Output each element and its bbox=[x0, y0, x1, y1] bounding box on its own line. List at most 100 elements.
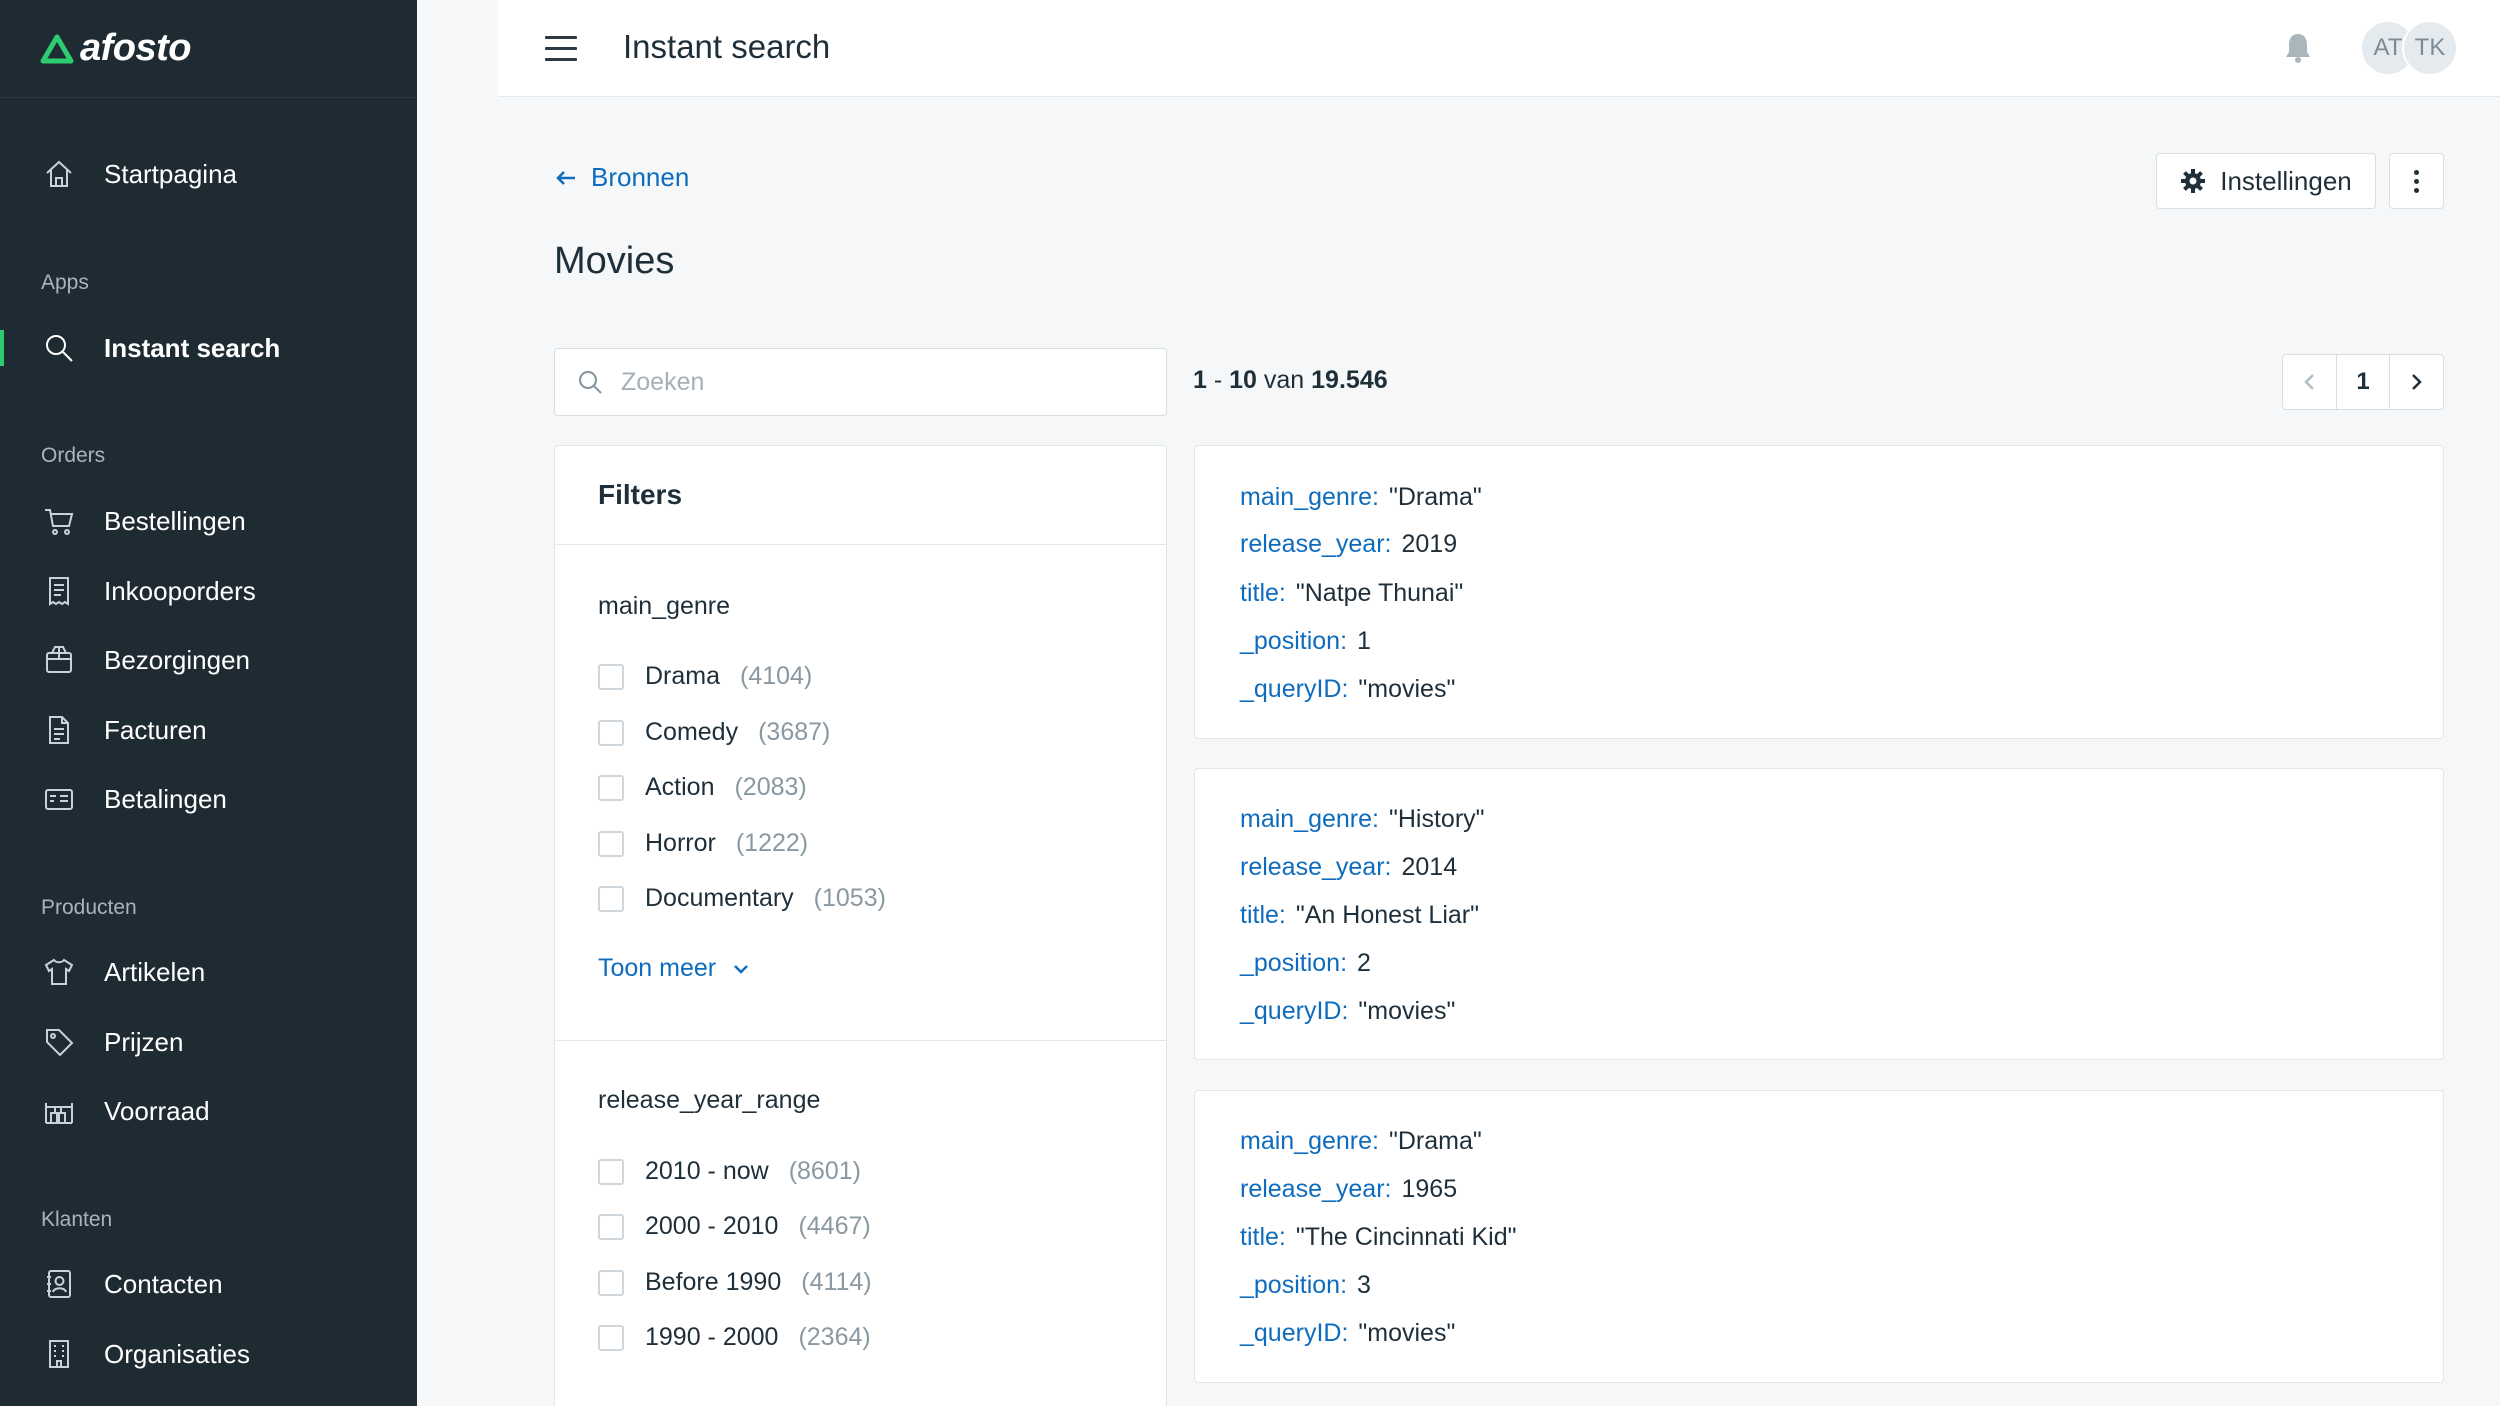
more-options-button[interactable] bbox=[2389, 153, 2444, 209]
filters-panel: Filters main_genre Drama (4104) Comedy (36… bbox=[554, 445, 1167, 1406]
sidebar-item-label: Organisaties bbox=[104, 1338, 250, 1369]
settings-button-label: Instellingen bbox=[2220, 165, 2352, 196]
search-icon bbox=[578, 370, 602, 394]
sidebar-section-klanten: Klanten bbox=[41, 1208, 113, 1231]
sidebar-item-label: Artikelen bbox=[104, 956, 206, 987]
logo-mark-icon bbox=[40, 34, 74, 63]
chevron-right-icon bbox=[2411, 374, 2422, 390]
result-field: main_genre: "Drama" bbox=[1240, 1127, 1482, 1155]
search-input[interactable] bbox=[621, 367, 1141, 397]
avatar[interactable]: TK bbox=[2402, 20, 2458, 76]
facet-option[interactable]: 2010 - now (8601) bbox=[598, 1157, 861, 1186]
back-link[interactable]: Bronnen bbox=[555, 162, 689, 193]
sidebar-item-bezorgingen[interactable]: Bezorgingen bbox=[0, 630, 417, 690]
result-field: title: "Natpe Thunai" bbox=[1240, 579, 1464, 607]
box-icon bbox=[42, 643, 76, 677]
result-field: release_year: 2014 bbox=[1240, 853, 1458, 881]
sidebar-item-label: Bestellingen bbox=[104, 505, 246, 536]
menu-toggle-icon[interactable] bbox=[545, 36, 577, 62]
checkbox[interactable] bbox=[598, 1269, 624, 1296]
sidebar-item-facturen[interactable]: Facturen bbox=[0, 700, 417, 760]
result-field: title: "The Cincinnati Kid" bbox=[1240, 1223, 1517, 1251]
building-icon bbox=[42, 1337, 76, 1371]
pagination: 1 bbox=[2282, 354, 2444, 410]
sidebar-item-instant-search[interactable]: Instant search bbox=[0, 318, 417, 378]
home-icon bbox=[42, 157, 76, 191]
result-field: _position: 3 bbox=[1240, 1271, 1371, 1299]
result-field: _position: 2 bbox=[1240, 949, 1371, 977]
user-avatars[interactable]: AT TK bbox=[2360, 20, 2462, 76]
current-page[interactable]: 1 bbox=[2335, 355, 2390, 409]
facet-option[interactable]: Comedy (3687) bbox=[598, 718, 830, 747]
facet-option[interactable]: 1990 - 2000 (2364) bbox=[598, 1323, 871, 1352]
result-field: main_genre: "Drama" bbox=[1240, 483, 1482, 511]
result-field: release_year: 1965 bbox=[1240, 1175, 1458, 1203]
bell-icon[interactable] bbox=[2280, 30, 2316, 66]
result-field: title: "An Honest Liar" bbox=[1240, 901, 1479, 929]
sidebar-item-artikelen[interactable]: Artikelen bbox=[0, 942, 417, 1002]
checkbox[interactable] bbox=[598, 885, 624, 912]
top-bar: Instant search AT TK bbox=[498, 0, 2500, 97]
facet-option[interactable]: Horror (1222) bbox=[598, 829, 808, 858]
sidebar-item-inkooporders[interactable]: Inkooporders bbox=[0, 561, 417, 621]
logo-bar: afosto bbox=[0, 0, 417, 98]
checkbox[interactable] bbox=[598, 1324, 624, 1351]
sidebar-section-orders: Orders bbox=[41, 444, 106, 467]
sidebar-item-voorraad[interactable]: Voorraad bbox=[0, 1081, 417, 1141]
sidebar-section-producten: Producten bbox=[41, 896, 137, 919]
result-field: release_year: 2019 bbox=[1240, 530, 1458, 558]
facet-title-main-genre: main_genre bbox=[598, 592, 731, 620]
facet-title-release-year-range: release_year_range bbox=[598, 1086, 821, 1114]
back-link-label: Bronnen bbox=[591, 162, 690, 192]
next-page-button[interactable] bbox=[2389, 355, 2443, 409]
show-more-link[interactable]: Toon meer bbox=[598, 954, 750, 983]
page-title: Movies bbox=[554, 240, 675, 282]
search-icon bbox=[42, 331, 76, 365]
sidebar-item-label: Instant search bbox=[104, 332, 281, 363]
shirt-icon bbox=[42, 955, 76, 989]
result-card[interactable]: main_genre: "History" release_year: 2014 t… bbox=[1194, 768, 2444, 1060]
brand-name: afosto bbox=[80, 27, 192, 69]
checkbox[interactable] bbox=[598, 719, 624, 746]
result-card[interactable]: main_genre: "Drama" release_year: 1965 tit… bbox=[1194, 1090, 2444, 1383]
sidebar-item-contacten[interactable]: Contacten bbox=[0, 1254, 417, 1314]
facet-option[interactable]: 2000 - 2010 (4467) bbox=[598, 1212, 871, 1241]
checkbox[interactable] bbox=[598, 1213, 624, 1240]
result-field: _queryID: "movies" bbox=[1240, 1319, 1456, 1347]
facet-option[interactable]: Documentary (1053) bbox=[598, 884, 886, 913]
brand-logo[interactable]: afosto bbox=[40, 27, 192, 70]
sidebar-item-prijzen[interactable]: Prijzen bbox=[0, 1012, 417, 1072]
facet-option[interactable]: Action (2083) bbox=[598, 773, 807, 802]
checkbox[interactable] bbox=[598, 663, 624, 690]
checkbox[interactable] bbox=[598, 830, 624, 857]
chevron-down-icon bbox=[734, 964, 749, 974]
more-vertical-icon bbox=[2414, 169, 2419, 175]
result-field: _position: 1 bbox=[1240, 627, 1371, 655]
facet-option[interactable]: Drama (4104) bbox=[598, 662, 812, 691]
contact-book-icon bbox=[42, 1267, 76, 1301]
sidebar-item-startpagina[interactable]: Startpagina bbox=[0, 144, 417, 204]
checkbox[interactable] bbox=[598, 774, 624, 801]
sidebar-item-label: Contacten bbox=[104, 1268, 223, 1299]
sidebar-item-organisaties[interactable]: Organisaties bbox=[0, 1324, 417, 1384]
result-count: 1 - 10 van 19.546 bbox=[1193, 366, 1388, 394]
filters-title: Filters bbox=[555, 446, 1166, 545]
checkbox[interactable] bbox=[598, 1158, 624, 1185]
sidebar-item-label: Bezorgingen bbox=[104, 644, 250, 675]
sidebar-item-bestellingen[interactable]: Bestellingen bbox=[0, 491, 417, 551]
payment-card-icon bbox=[42, 782, 76, 816]
receipt-icon bbox=[42, 574, 76, 608]
result-field: _queryID: "movies" bbox=[1240, 675, 1456, 703]
cart-icon bbox=[42, 504, 76, 538]
result-field: main_genre: "History" bbox=[1240, 805, 1485, 833]
previous-page-button[interactable] bbox=[2283, 355, 2336, 409]
invoice-icon bbox=[42, 713, 76, 747]
top-bar-title: Instant search bbox=[623, 28, 831, 65]
result-card[interactable]: main_genre: "Drama" release_year: 2019 tit… bbox=[1194, 445, 2444, 739]
facet-option[interactable]: Before 1990 (4114) bbox=[598, 1268, 872, 1297]
settings-button[interactable]: Instellingen bbox=[2156, 153, 2376, 209]
result-field: _queryID: "movies" bbox=[1240, 997, 1456, 1025]
sidebar-item-label: Voorraad bbox=[104, 1095, 210, 1126]
sidebar-item-betalingen[interactable]: Betalingen bbox=[0, 769, 417, 829]
gear-icon bbox=[2181, 169, 2206, 193]
